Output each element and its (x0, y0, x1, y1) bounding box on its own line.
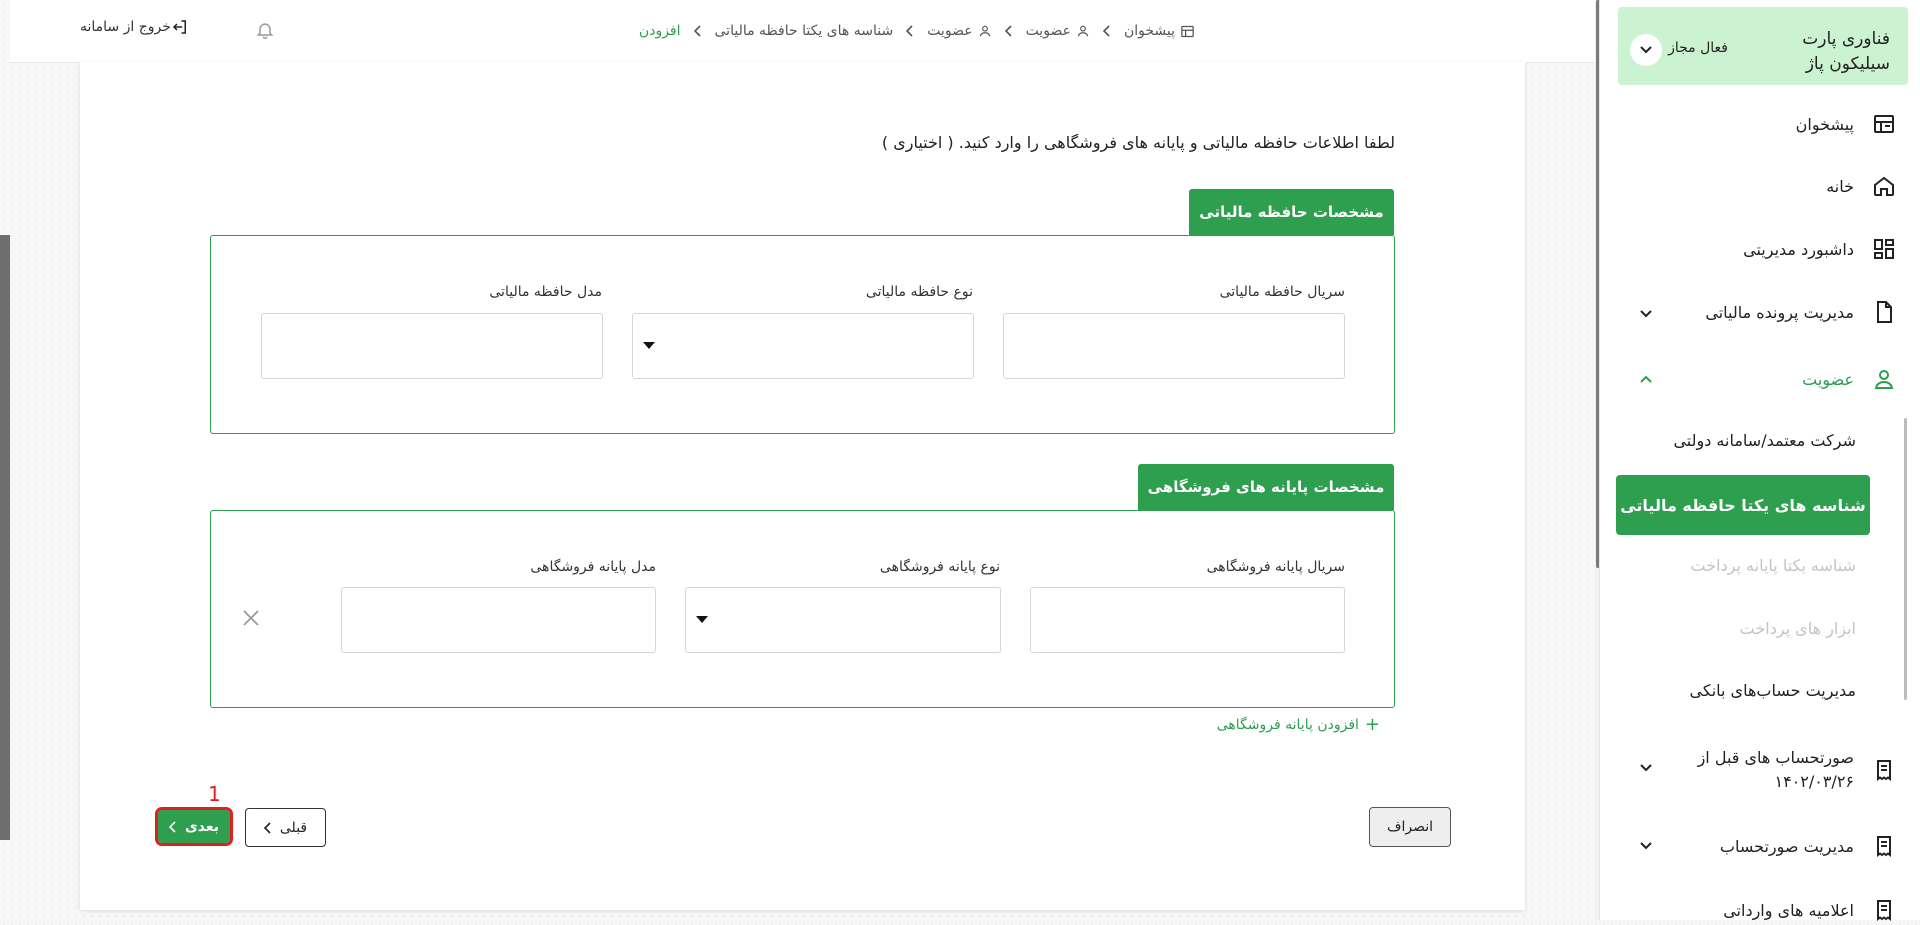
tax-type-select[interactable] (632, 313, 974, 379)
tax-model-label: مدل حافظه مالیاتی (489, 284, 602, 300)
tax-serial-label: سریال حافظه مالیاتی (1219, 284, 1345, 300)
breadcrumb-item-membership[interactable]: عضویت (1026, 23, 1090, 39)
breadcrumb: پیشخوان عضویت عضویت شناسه های یکتا حافظه… (639, 0, 1195, 62)
window-edge (0, 235, 10, 840)
user-icon (978, 24, 992, 38)
terminal-type-label: نوع پایانه فروشگاهی (879, 559, 1000, 575)
add-terminal-label: افزودن پایانه فروشگاهی (1216, 717, 1359, 733)
breadcrumb-item-dashboard[interactable]: پیشخوان (1124, 23, 1195, 39)
add-terminal-link[interactable]: + افزودن پایانه فروشگاهی (1216, 714, 1380, 735)
breadcrumb-item-membership-2[interactable]: عضویت (927, 23, 991, 39)
chevron-left-icon (1004, 25, 1014, 37)
home-icon (1870, 172, 1898, 200)
sidebar-item-import-notices[interactable]: اعلامیه های وارداتی (1723, 895, 1898, 925)
company-switcher[interactable]: فناوری پارت سیلیکون پاژ فعال مجاز (1618, 7, 1908, 85)
chevron-down-icon[interactable] (1635, 835, 1657, 857)
close-icon[interactable] (240, 607, 262, 629)
file-icon (1870, 298, 1898, 326)
dashboard-icon (1870, 110, 1898, 138)
previous-label: قبلی (279, 819, 308, 836)
terminal-section-title: مشخصات پایانه های فروشگاهی (1138, 464, 1394, 510)
receipt-icon (1870, 832, 1898, 860)
chevron-left-icon (263, 821, 272, 834)
terminal-serial-label: سریال پایانه فروشگاهی (1206, 559, 1345, 575)
plus-icon: + (1364, 714, 1380, 735)
sidebar-subitem-payment-tools: ابزار های پرداخت (1739, 619, 1856, 638)
sidebar: فناوری پارت سیلیکون پاژ فعال مجاز پیشخوا… (1599, 0, 1920, 921)
sidebar-item-old-invoices[interactable]: صورتحساب های قبل از ۱۴۰۲/۰۳/۲۶ (1684, 746, 1898, 796)
terminal-serial-input[interactable] (1030, 587, 1345, 653)
sidebar-subitem-tax-memory-ids[interactable]: شناسه های یکتا حافظه مالیاتی (1616, 475, 1870, 535)
tax-model-input[interactable] (261, 313, 603, 379)
chevron-left-icon (168, 820, 177, 833)
sidebar-item-management-dashboard[interactable]: داشبورد مدیریتی (1743, 234, 1898, 264)
top-bar: خروج از سامانه پیشخوان عضویت عضویت شناسه… (10, 0, 1595, 63)
logout-icon (171, 18, 189, 36)
chevron-down-icon[interactable] (1635, 757, 1657, 779)
annotation-marker: 1 (208, 782, 221, 806)
next-label: بعدی (184, 818, 220, 835)
tax-type-label: نوع حافظه مالیاتی (865, 284, 973, 300)
bell-icon[interactable] (255, 20, 275, 44)
chevron-left-icon (905, 25, 915, 37)
chevron-up-icon[interactable] (1635, 368, 1657, 390)
grid-icon (1870, 235, 1898, 263)
logout-label: خروج از سامانه (80, 19, 171, 35)
chevron-down-icon[interactable] (1635, 303, 1657, 325)
sidebar-item-membership[interactable]: عضویت (1802, 364, 1898, 394)
company-status: فعال مجاز (1668, 40, 1728, 56)
sidebar-subitem-trusted-company[interactable]: شرکت معتمد/سامانه دولتی (1673, 431, 1856, 450)
dashboard-icon (1180, 24, 1195, 39)
sidebar-scrollbar[interactable] (1904, 418, 1907, 700)
user-icon (1076, 24, 1090, 38)
sidebar-item-home[interactable]: خانه (1826, 171, 1898, 201)
company-name: فناوری پارت سیلیکون پاژ (1802, 29, 1890, 74)
terminal-model-input[interactable] (341, 587, 656, 653)
terminal-model-label: مدل پایانه فروشگاهی (530, 559, 656, 575)
next-button[interactable]: بعدی (155, 807, 233, 846)
form-hint: لطفا اطلاعات حافظه مالیاتی و پایانه های … (881, 133, 1395, 152)
terminal-type-select[interactable] (685, 587, 1001, 653)
previous-button[interactable]: قبلی (245, 808, 326, 847)
sidebar-subitem-bank-accounts[interactable]: مدیریت حساب‌های بانکی (1690, 681, 1856, 700)
sidebar-item-invoice-management[interactable]: مدیریت صورتحساب (1720, 831, 1898, 861)
sidebar-subitem-payment-terminal-id: شناسه یکتا پایانه پرداخت (1690, 556, 1856, 575)
chevron-left-icon (1102, 25, 1112, 37)
caret-down-icon (696, 616, 708, 623)
tax-serial-input[interactable] (1003, 313, 1345, 379)
chevron-left-icon (693, 25, 703, 37)
tax-memory-section-title: مشخصات حافظه مالیاتی (1189, 189, 1394, 235)
cancel-button[interactable]: انصراف (1369, 807, 1451, 847)
user-icon (1870, 365, 1898, 393)
caret-down-icon (643, 342, 655, 349)
receipt-icon (1870, 756, 1898, 784)
sidebar-item-tax-file[interactable]: مدیریت پرونده مالیاتی (1705, 297, 1898, 327)
logout-button[interactable]: خروج از سامانه (80, 18, 199, 36)
breadcrumb-item-current: افزودن (638, 23, 681, 39)
breadcrumb-item-tax-memory[interactable]: شناسه های یکتا حافظه مالیاتی (715, 23, 894, 39)
sidebar-item-dashboard[interactable]: پیشخوان (1796, 109, 1898, 139)
chevron-down-icon[interactable] (1630, 34, 1662, 66)
